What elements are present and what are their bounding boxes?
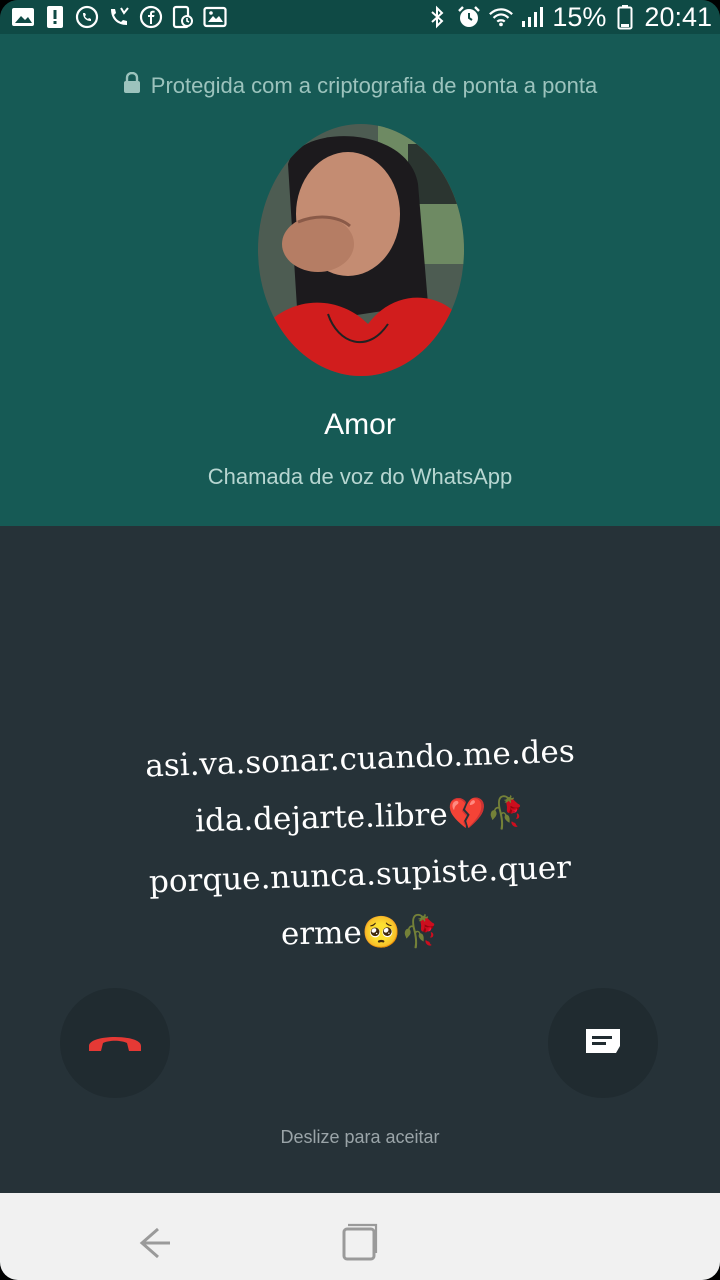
- back-icon[interactable]: [134, 1223, 174, 1263]
- recents-icon[interactable]: [340, 1223, 380, 1263]
- whatsapp-icon: [74, 4, 100, 30]
- signal-icon: [520, 4, 546, 30]
- broken-heart-icon: 💔: [447, 795, 487, 833]
- encryption-notice: Protegida com a criptografia de ponta a …: [0, 71, 720, 100]
- navigation-bar: [0, 1193, 720, 1280]
- caller-name: Amor: [324, 408, 396, 441]
- missed-call-icon: [106, 4, 132, 30]
- battery-icon: [612, 4, 638, 30]
- swipe-hint: Deslize para aceitar: [280, 1127, 440, 1147]
- call-type: Chamada de voz do WhatsApp: [207, 464, 513, 489]
- image-icon: [10, 4, 36, 30]
- bluetooth-icon: [424, 4, 450, 30]
- lock-icon: [123, 71, 141, 100]
- facebook-icon: [138, 4, 164, 30]
- caption-overlay: asi.va.sonar.cuando.me.des ida.dejarte.l…: [60, 730, 660, 962]
- wilted-rose-icon: 🥀: [400, 913, 440, 951]
- pleading-face-icon: 🥺: [361, 914, 401, 951]
- phone-screen: 15% 20:41 Protegida com a criptografia d…: [0, 0, 720, 1280]
- caller-avatar: [258, 124, 464, 376]
- message-button[interactable]: [548, 988, 658, 1098]
- phone-note-icon: [170, 4, 196, 30]
- decline-button[interactable]: [60, 988, 170, 1098]
- phone-hangup-icon: [85, 1028, 145, 1059]
- wilted-rose-icon: 🥀: [485, 794, 526, 832]
- wifi-icon: [488, 4, 514, 30]
- gallery-icon: [202, 4, 228, 30]
- encryption-text: Protegida com a criptografia de ponta a …: [150, 73, 598, 98]
- caption-line-4: erme🥺🥀: [280, 913, 440, 953]
- alarm-icon: [456, 4, 482, 30]
- call-header: Protegida com a criptografia de ponta a …: [0, 34, 720, 526]
- clock: 20:41: [644, 1, 712, 32]
- system-indicators: 15% 20:41: [424, 0, 712, 34]
- status-bar: 15% 20:41: [0, 0, 720, 34]
- alert-icon: [42, 4, 68, 30]
- message-icon: [583, 1026, 623, 1061]
- battery-percent: 15%: [552, 1, 607, 32]
- notification-icons: [10, 2, 228, 32]
